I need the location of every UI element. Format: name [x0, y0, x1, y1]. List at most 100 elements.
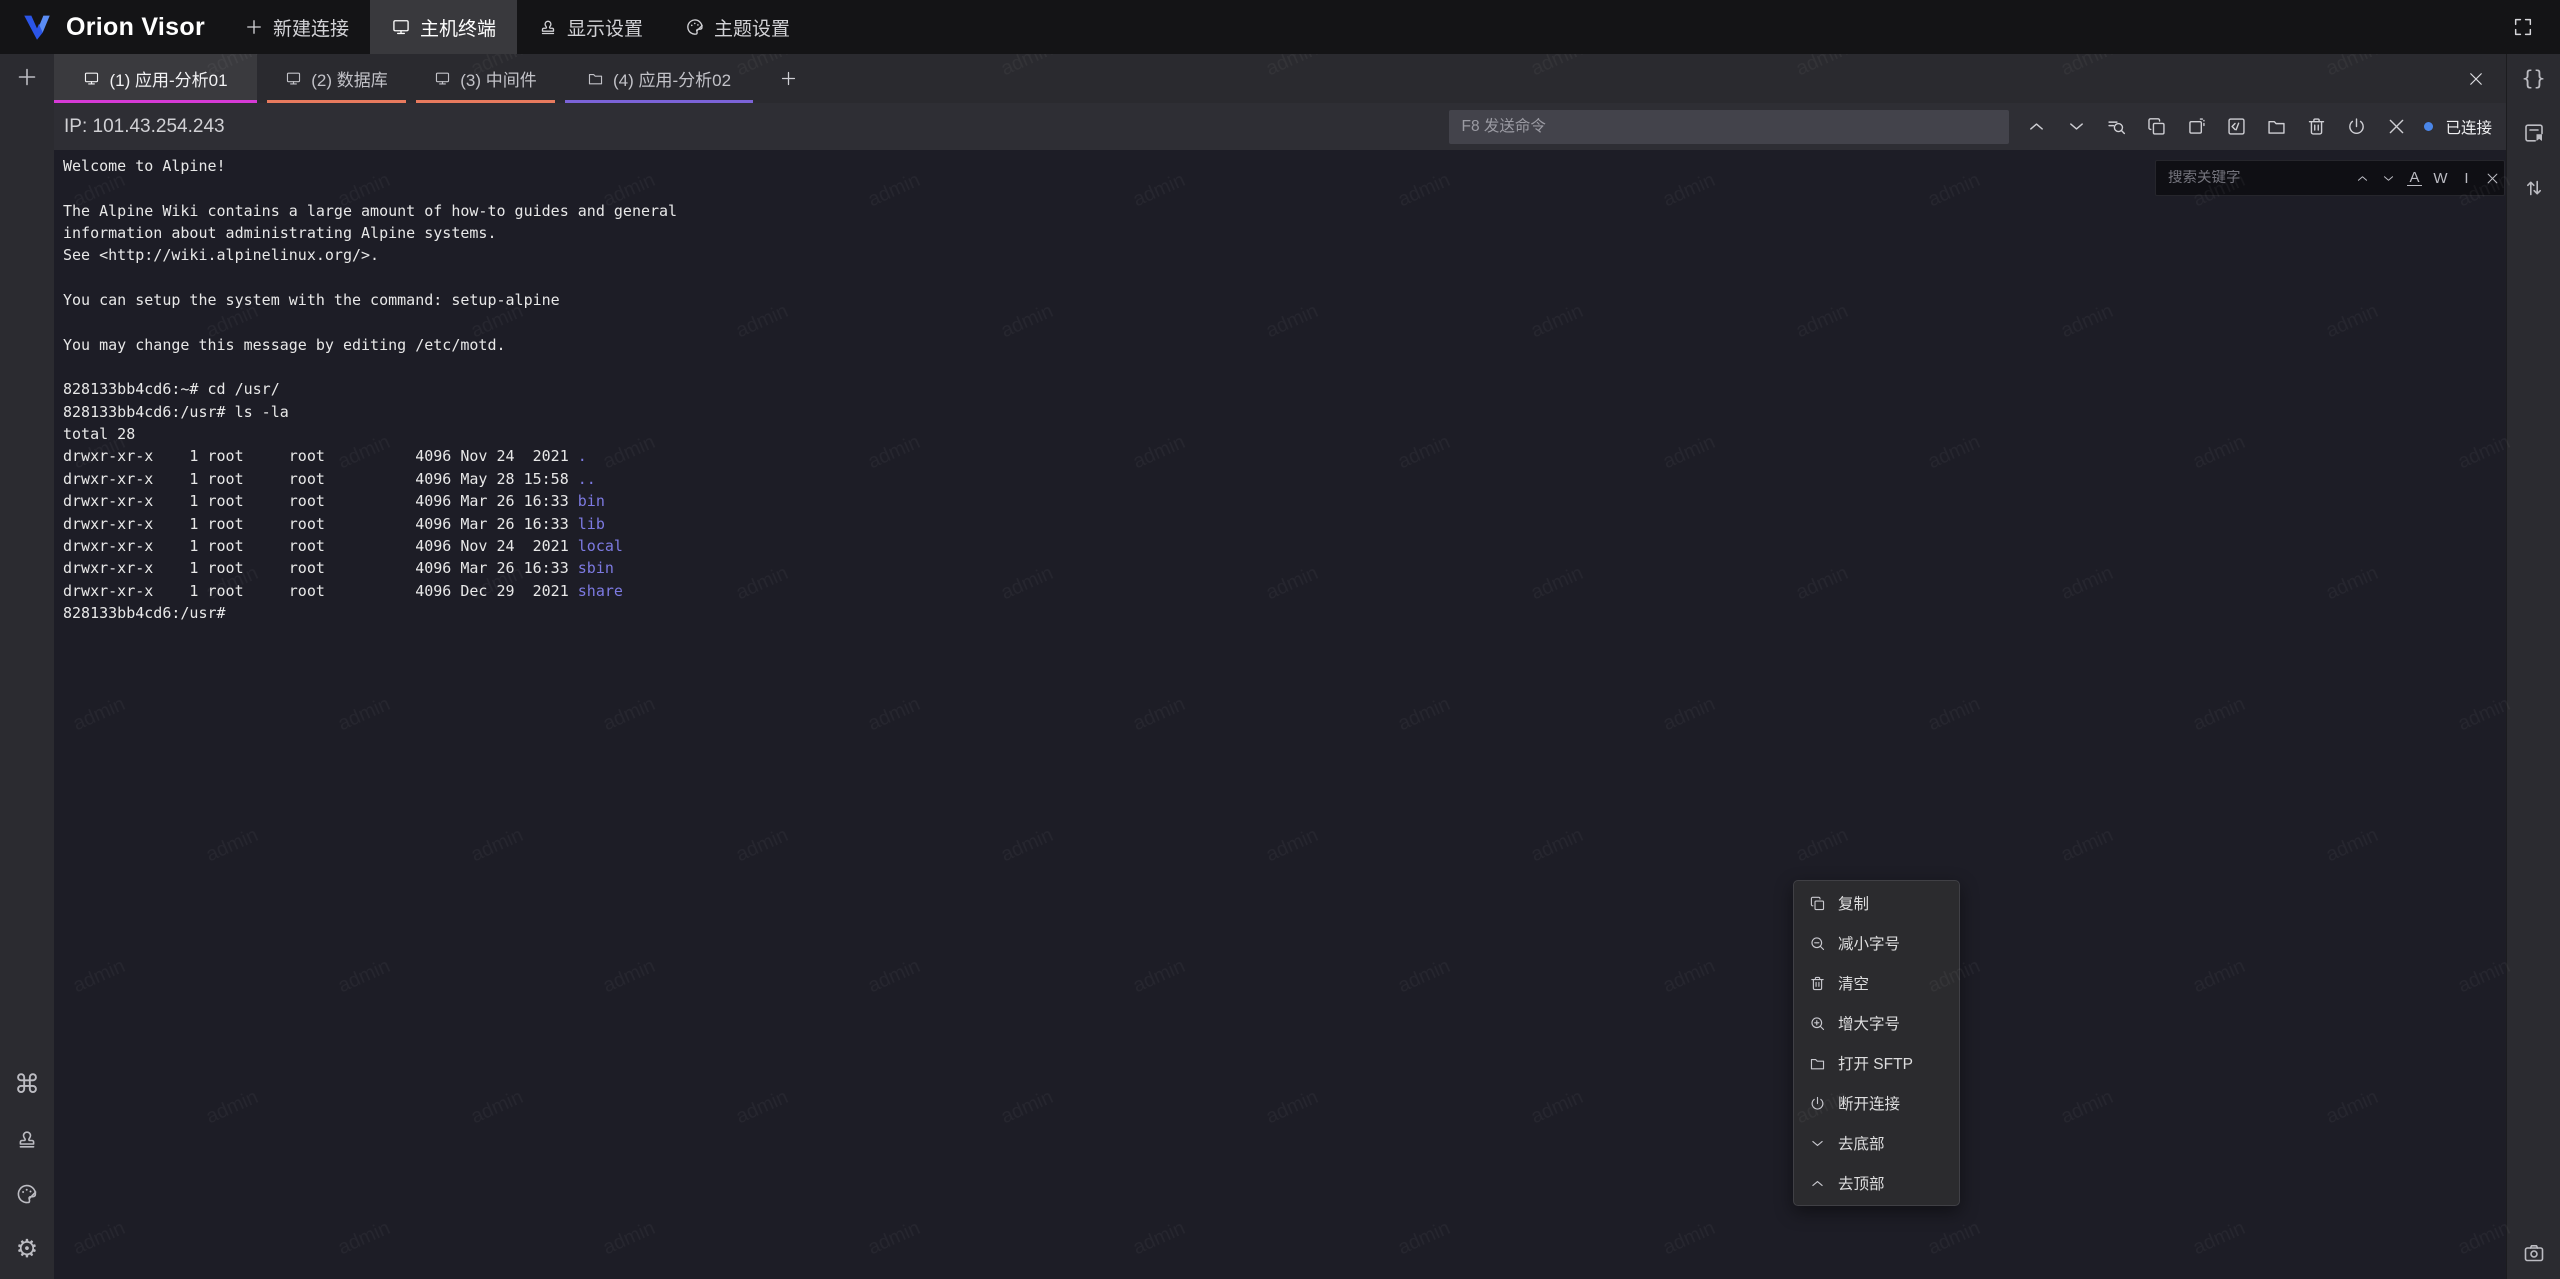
- directory-name: sbin: [578, 559, 614, 577]
- directory-name: ..: [578, 470, 596, 488]
- terminal-tab-1[interactable]: (1) 应用-分析01: [54, 54, 257, 103]
- terminal-line: drwxr-xr-x 1 root root 4096 Dec 29 2021 …: [63, 580, 2506, 602]
- add-tab-icon[interactable]: [779, 69, 798, 88]
- top-menu-label: 主题设置: [714, 14, 790, 41]
- right-rail: {}: [2506, 54, 2560, 1279]
- folder-icon: [1809, 1055, 1826, 1072]
- clear-icon[interactable]: [2306, 116, 2327, 137]
- terminal-line: Welcome to Alpine!: [63, 155, 2506, 177]
- scroll-top-icon[interactable]: [2026, 116, 2047, 137]
- terminal-line: 828133bb4cd6:~# cd /usr/: [63, 378, 2506, 400]
- menu-font-larger[interactable]: 增大字号: [1794, 1003, 1959, 1043]
- top-menu-item-host-terminal[interactable]: 主机终端: [370, 0, 517, 54]
- top-menu-label: 显示设置: [567, 14, 643, 41]
- screenshot-camera-icon[interactable]: [2522, 1241, 2546, 1265]
- search-buttons: AWI: [2355, 171, 2506, 186]
- terminal-screen[interactable]: Welcome to Alpine! The Alpine Wiki conta…: [54, 150, 2506, 1279]
- tab-label: (2) 数据库: [311, 66, 388, 91]
- terminal-line: [63, 311, 2506, 333]
- terminal-tab-3[interactable]: (3) 中间件: [416, 54, 555, 103]
- search-keyword-input[interactable]: [2156, 170, 2355, 186]
- trash-icon: [1809, 975, 1826, 992]
- context-menu-label: 清空: [1838, 972, 1869, 994]
- fullscreen-icon[interactable]: [2512, 16, 2534, 38]
- transfer-sort-icon[interactable]: [2522, 176, 2546, 200]
- regex-icon[interactable]: I: [2459, 171, 2474, 186]
- terminal-line: You may change this message by editing /…: [63, 334, 2506, 356]
- main-area: ⌘ ⚙ (1) 应用-分析01 (2) 数据库 (3) 中间件(4) 应用-分析02 …: [0, 54, 2560, 1279]
- menu-disconnect[interactable]: 断开连接: [1794, 1083, 1959, 1123]
- menu-go-bottom[interactable]: 去底部: [1794, 1123, 1959, 1163]
- whole-word-icon[interactable]: W: [2433, 171, 2448, 186]
- menu-open-sftp[interactable]: 打开 SFTP: [1794, 1043, 1959, 1083]
- toolbar-icons: [2026, 116, 2407, 137]
- terminal-line: drwxr-xr-x 1 root root 4096 Nov 24 2021 …: [63, 445, 2506, 467]
- terminal-line: total 28: [63, 423, 2506, 445]
- folder-tab-icon: [587, 70, 604, 87]
- top-menu-item-theme-settings[interactable]: 主题设置: [664, 0, 811, 54]
- menu-go-top[interactable]: 去顶部: [1794, 1163, 1959, 1203]
- zoom-in-icon: [1809, 1015, 1826, 1032]
- tab-underline: [267, 100, 406, 103]
- terminal-output: Welcome to Alpine! The Alpine Wiki conta…: [54, 150, 2506, 624]
- terminal-line: 828133bb4cd6:/usr#: [63, 602, 2506, 624]
- center-column: (1) 应用-分析01 (2) 数据库 (3) 中间件(4) 应用-分析02 IP:…: [54, 54, 2506, 1279]
- context-menu-label: 增大字号: [1838, 1012, 1900, 1034]
- terminal-line: drwxr-xr-x 1 root root 4096 Mar 26 16:33…: [63, 557, 2506, 579]
- search-next-icon[interactable]: [2381, 171, 2396, 186]
- close-icon[interactable]: [2386, 116, 2407, 137]
- send-command-input[interactable]: [1449, 110, 2009, 144]
- settings-gear-icon[interactable]: ⚙: [15, 1237, 39, 1261]
- variables-braces-icon[interactable]: {}: [2522, 66, 2546, 90]
- top-menu: 新建连接主机终端 显示设置 主题设置: [223, 0, 811, 54]
- terminal-line: See <http://wiki.alpinelinux.org/>.: [63, 244, 2506, 266]
- context-menu-label: 去底部: [1838, 1132, 1885, 1154]
- tab-label: (1) 应用-分析01: [109, 66, 227, 91]
- chevron-down-icon: [1809, 1135, 1826, 1152]
- display-settings-icon[interactable]: [15, 1127, 39, 1151]
- copy-icon[interactable]: [2146, 116, 2167, 137]
- top-menu-item-display-settings[interactable]: 显示设置: [517, 0, 664, 54]
- match-case-icon[interactable]: A: [2407, 171, 2422, 186]
- terminal-toolbar: IP: 101.43.254.243 已连接: [54, 103, 2506, 150]
- terminal-line: 828133bb4cd6:/usr# ls -la: [63, 401, 2506, 423]
- new-connection-menu-icon: [244, 17, 264, 37]
- tab-underline: [416, 100, 555, 103]
- terminal-tab-4[interactable]: (4) 应用-分析02: [565, 54, 753, 103]
- app-title: Orion Visor: [66, 13, 205, 42]
- terminal-line: drwxr-xr-x 1 root root 4096 May 28 15:58…: [63, 468, 2506, 490]
- search-close-icon[interactable]: [2485, 171, 2500, 186]
- menu-clear[interactable]: 清空: [1794, 963, 1959, 1003]
- top-bar: Orion Visor 新建连接主机终端 显示设置 主题设置: [0, 0, 2560, 54]
- context-menu-label: 断开连接: [1838, 1092, 1900, 1114]
- theme-settings-icon[interactable]: [15, 1182, 39, 1206]
- close-tabbar-icon[interactable]: [2467, 70, 2485, 88]
- monitor-tab-icon: [434, 70, 451, 87]
- search-prev-icon[interactable]: [2355, 171, 2370, 186]
- terminal-tab-2[interactable]: (2) 数据库: [267, 54, 406, 103]
- terminal-context-menu: 复制减小字号清空增大字号打开 SFTP 断开连接去底部去顶部: [1793, 880, 1960, 1206]
- context-menu-label: 减小字号: [1838, 932, 1900, 954]
- search-icon[interactable]: [2106, 116, 2127, 137]
- command-doc-icon[interactable]: [2522, 121, 2546, 145]
- disconnect-icon[interactable]: [2346, 116, 2367, 137]
- command-snippet-icon[interactable]: [2226, 116, 2247, 137]
- monitor-tab-icon: [285, 70, 302, 87]
- power-icon: [1809, 1095, 1826, 1112]
- menu-copy[interactable]: 复制: [1794, 883, 1959, 923]
- shortcut-keys-icon[interactable]: ⌘: [15, 1072, 39, 1096]
- connection-status: 已连接: [2424, 116, 2492, 138]
- new-tab-icon[interactable]: [15, 65, 39, 89]
- sftp-icon[interactable]: [2266, 116, 2287, 137]
- scroll-bottom-icon[interactable]: [2066, 116, 2087, 137]
- directory-name: bin: [578, 492, 605, 510]
- host-terminal-menu-icon: [391, 17, 411, 37]
- terminal-line: information about administrating Alpine …: [63, 222, 2506, 244]
- context-menu-label: 打开 SFTP: [1838, 1052, 1913, 1074]
- top-menu-item-new-connection[interactable]: 新建连接: [223, 0, 370, 54]
- paste-icon[interactable]: [2186, 116, 2207, 137]
- menu-font-smaller[interactable]: 减小字号: [1794, 923, 1959, 963]
- tab-underline: [565, 100, 753, 103]
- monitor-tab-icon: [83, 70, 100, 87]
- status-label: 已连接: [2445, 116, 2492, 138]
